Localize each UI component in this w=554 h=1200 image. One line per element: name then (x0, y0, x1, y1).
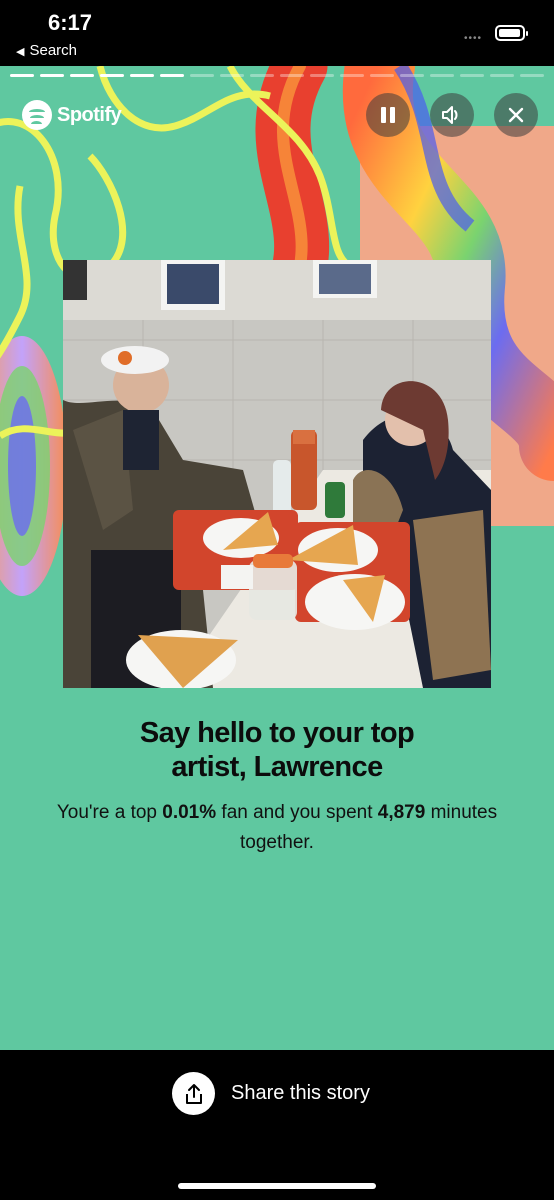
artist-photo-illustration (63, 260, 491, 688)
pause-icon (381, 107, 395, 123)
body-part-2: fan and you spent (216, 802, 378, 823)
status-bar: 6:17 ◀ Search •••• (0, 0, 554, 66)
spotify-icon (22, 100, 52, 130)
back-label: Search (29, 42, 77, 59)
story-headline: Say hello to your top artist, Lawrence (40, 716, 514, 784)
story-card[interactable]: Spotify Say hello to your top artist, La… (0, 66, 554, 1050)
share-story-button[interactable]: Share this story (172, 1072, 370, 1115)
signal-icon: •••• (464, 33, 483, 44)
headline-line-1: Say hello to your top (139, 717, 415, 749)
sound-button[interactable] (430, 93, 474, 137)
minutes-count: 4,879 (377, 802, 426, 823)
back-triangle-icon: ◀ (16, 46, 25, 58)
share-icon (172, 1072, 215, 1115)
home-indicator[interactable] (178, 1183, 376, 1189)
headline-line-2: artist, Lawrence (171, 751, 383, 783)
close-button[interactable] (494, 93, 538, 137)
fan-percentage: 0.01% (162, 802, 217, 823)
story-progress (10, 74, 544, 78)
back-to-search-link[interactable]: ◀ Search (16, 42, 77, 59)
clock: 6:17 (48, 10, 93, 35)
speaker-icon (442, 106, 458, 124)
battery-icon (495, 25, 528, 41)
share-area: Share this story (0, 1050, 554, 1200)
body-part-1: You're a top (56, 802, 163, 823)
close-icon (508, 107, 524, 123)
artist-photo (63, 260, 491, 688)
spotify-logo: Spotify (22, 100, 122, 130)
share-label: Share this story (231, 1082, 370, 1104)
story-body: You're a top 0.01% fan and you spent 4,8… (40, 798, 514, 858)
brand-name: Spotify (57, 103, 122, 126)
pause-button[interactable] (366, 93, 410, 137)
